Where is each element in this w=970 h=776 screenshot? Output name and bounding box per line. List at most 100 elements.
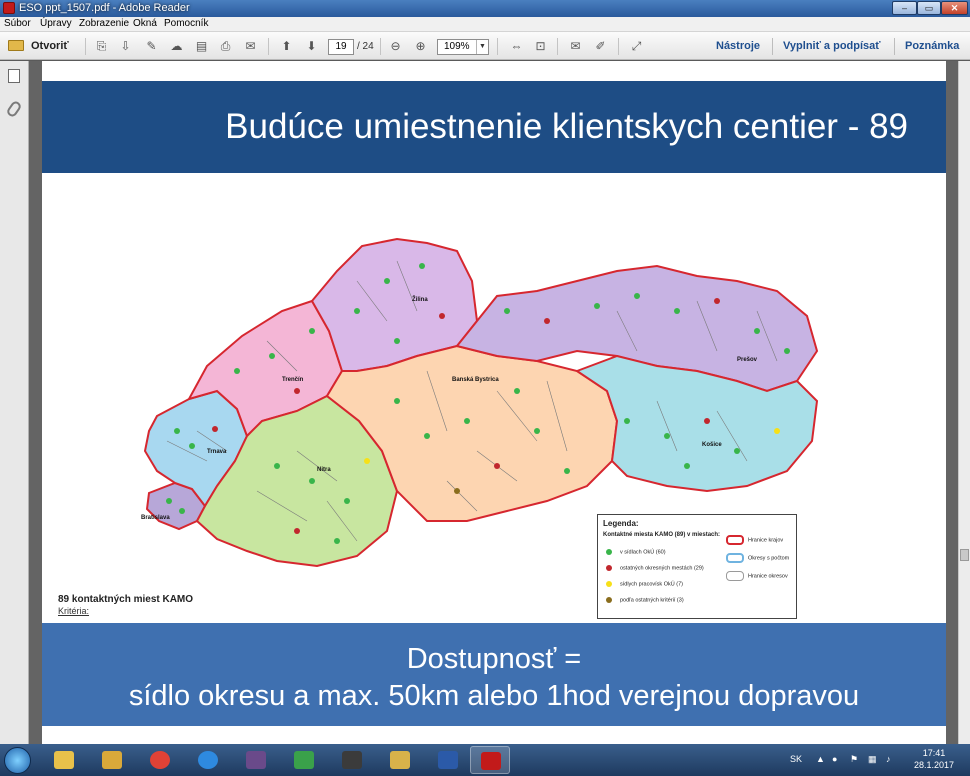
slide-title: Budúce umiestnenie klientskych centier -… — [225, 107, 908, 146]
save-icon[interactable]: ▤ — [193, 38, 210, 55]
toolbar: Otvoriť ⎘ ⇩ ✎ ☁ ▤ ⎙ ✉ ⬆ ⬇ 19 / 24 ⊖ ⊕ 10… — [0, 32, 970, 60]
footer-line-1: Dostupnosť = — [406, 643, 582, 675]
flag-icon[interactable]: ⚑ — [850, 754, 858, 765]
previous-page-icon[interactable]: ⬆ — [278, 38, 295, 55]
language-indicator[interactable]: SK — [790, 754, 802, 764]
cloud-upload-icon[interactable]: ☁ — [168, 38, 185, 55]
menu-pomocnik[interactable]: Pomocník — [164, 18, 208, 29]
menu-okna[interactable]: Okná — [133, 18, 157, 29]
town-zilina: Žilina — [412, 295, 428, 303]
town-trencin: Trenčín — [282, 377, 304, 383]
page-number-input[interactable]: 19 — [328, 39, 354, 55]
legend-row: podľa ostatných kritérií (3) — [606, 597, 684, 603]
task-search-icon[interactable] — [284, 746, 324, 774]
comment-icon[interactable]: ✉ — [567, 38, 584, 55]
start-button[interactable] — [4, 747, 31, 774]
menu-bar: Súbor Úpravy Zobrazenie Okná Pomocník — [0, 17, 970, 32]
yellow-dot-icon — [606, 581, 612, 587]
minimize-button[interactable]: – — [892, 1, 917, 15]
legend-title: Legenda: — [603, 519, 639, 528]
toolbar-divider — [380, 38, 381, 55]
legend-boundary: Hranice okresov — [726, 571, 788, 581]
fit-page-icon[interactable]: ⊡ — [532, 38, 549, 55]
tools-tab[interactable]: Nástroje — [716, 40, 760, 52]
legend-row: ostatných okresných mestách (29) — [606, 565, 704, 571]
task-chrome-icon[interactable] — [140, 746, 180, 774]
fullscreen-icon[interactable]: ⤢ — [628, 38, 645, 55]
town-trnava: Trnava — [207, 449, 227, 455]
legend-row: sídlych pracovísk OkÚ (7) — [606, 581, 683, 587]
criteria-subtitle: Kritéria: — [58, 606, 90, 616]
task-ie-icon[interactable] — [188, 746, 228, 774]
clock-date: 28.1.2017 — [913, 760, 955, 770]
attachments-icon[interactable] — [5, 99, 23, 119]
task-adobe-reader-icon[interactable] — [470, 746, 510, 774]
comment-tab[interactable]: Poznámka — [905, 40, 959, 52]
red-dot-icon — [606, 565, 612, 571]
zoom-select[interactable]: 109% ▼ — [437, 39, 489, 55]
vertical-scrollbar[interactable] — [958, 61, 970, 744]
tray-app-icon[interactable]: ● — [832, 754, 837, 764]
task-media-icon[interactable] — [236, 746, 276, 774]
zoom-value: 109% — [444, 41, 470, 52]
folder-icon — [8, 40, 24, 51]
page-thumbnails-icon[interactable] — [8, 69, 20, 83]
volume-icon[interactable]: ♪ — [886, 754, 891, 764]
slide-footer: Dostupnosť = sídlo okresu a max. 50km al… — [42, 623, 946, 726]
legend-boundary: Hranice krajov — [726, 535, 783, 545]
title-bar: ESO ppt_1507.pdf - Adobe Reader – ▭ ✕ — [0, 0, 970, 17]
toolbar-divider — [557, 38, 558, 55]
page-total: / 24 — [357, 41, 374, 52]
town-presov: Prešov — [737, 357, 758, 363]
close-button[interactable]: ✕ — [941, 1, 968, 15]
task-game-icon[interactable] — [380, 746, 420, 774]
next-page-icon[interactable]: ⬇ — [303, 38, 320, 55]
green-dot-icon — [606, 549, 612, 555]
task-app-icon[interactable] — [332, 746, 372, 774]
fit-width-icon[interactable]: ⇔ — [508, 38, 525, 55]
toolbar-divider — [268, 38, 269, 55]
pdf-page: Budúce umiestnenie klientskych centier -… — [42, 61, 946, 744]
window-title: ESO ppt_1507.pdf - Adobe Reader — [19, 2, 190, 14]
town-banska-bystrica: Banská Bystrica — [452, 377, 499, 383]
email-icon[interactable]: ✉ — [242, 38, 259, 55]
menu-upravy[interactable]: Úpravy — [40, 18, 72, 29]
tray-arrow-icon[interactable]: ▲ — [816, 754, 825, 764]
highlight-icon[interactable]: ✐ — [592, 38, 609, 55]
task-explorer-icon[interactable] — [44, 746, 84, 774]
brown-dot-icon — [606, 597, 612, 603]
task-folder-icon[interactable] — [92, 746, 132, 774]
toolbar-divider — [497, 38, 498, 55]
task-word-icon[interactable] — [428, 746, 468, 774]
town-bratislava: Bratislava — [141, 515, 170, 521]
legend-row: v sídlach OkÚ (60) — [606, 549, 666, 555]
zoom-out-icon[interactable]: ⊖ — [387, 38, 404, 55]
map-legend: Legenda: Kontaktné miesta KAMO (89) v mi… — [597, 514, 797, 619]
town-nitra: Nitra — [317, 467, 331, 473]
toolbar-divider — [618, 38, 619, 55]
adobe-reader-icon — [3, 2, 15, 14]
menu-zobrazenie[interactable]: Zobrazenie — [79, 18, 129, 29]
toolbar-divider — [85, 38, 86, 55]
export-pdf-icon[interactable]: ⇩ — [117, 38, 134, 55]
menu-subor[interactable]: Súbor — [4, 18, 31, 29]
edit-icon[interactable]: ✎ — [143, 38, 160, 55]
zoom-in-icon[interactable]: ⊕ — [412, 38, 429, 55]
maximize-button[interactable]: ▭ — [917, 1, 941, 15]
create-pdf-icon[interactable]: ⎘ — [93, 38, 110, 55]
fill-sign-tab[interactable]: Vyplniť a podpísať — [783, 40, 881, 52]
criteria-title: 89 kontaktných miest KAMO — [58, 594, 194, 605]
clock[interactable]: 17:41 28.1.2017 — [906, 747, 962, 771]
footer-line-2: sídlo okresu a max. 50km alebo 1hod vere… — [128, 680, 860, 712]
legend-subtitle: Kontaktné miesta KAMO (89) v miestach: — [603, 532, 721, 538]
navigation-pane — [0, 61, 29, 744]
chevron-down-icon: ▼ — [476, 40, 488, 54]
town-kosice: Košice — [702, 442, 722, 448]
scroll-thumb[interactable] — [960, 549, 969, 561]
network-icon[interactable]: ▦ — [868, 754, 877, 765]
taskbar: SK ▲ ● ⚑ ▦ ♪ 17:41 28.1.2017 — [0, 744, 970, 776]
open-button[interactable]: Otvoriť — [6, 37, 72, 55]
slide-header: Budúce umiestnenie klientskych centier -… — [42, 81, 946, 173]
print-icon[interactable]: ⎙ — [217, 38, 234, 55]
clock-time: 17:41 — [922, 748, 946, 758]
